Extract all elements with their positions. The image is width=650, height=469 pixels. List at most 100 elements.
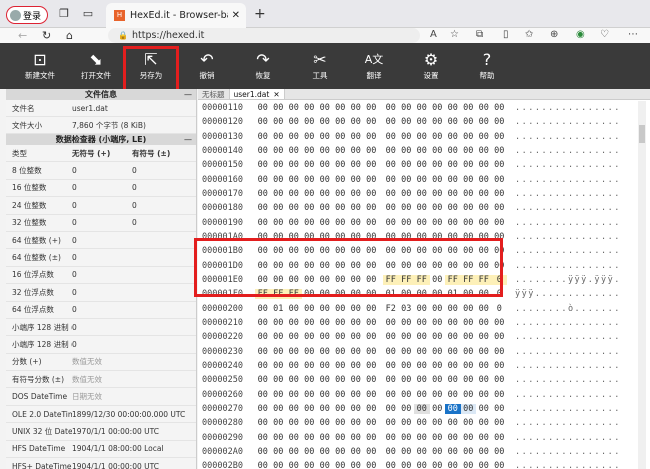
hex-byte-cell[interactable]: 00 xyxy=(492,375,508,385)
hex-byte-cell[interactable]: 00 xyxy=(302,347,318,357)
hex-byte-cell[interactable]: 00 xyxy=(286,375,302,385)
hex-byte-cell[interactable]: 00 xyxy=(333,218,349,228)
hex-byte-cell[interactable]: 00 xyxy=(286,361,302,371)
hex-byte-cell[interactable]: 00 xyxy=(461,189,477,199)
hex-byte-cell[interactable]: 00 xyxy=(333,232,349,242)
hex-byte-cell[interactable]: 00 xyxy=(348,275,364,285)
hex-byte-cell[interactable]: 00 xyxy=(255,232,271,242)
hex-byte-cell[interactable]: 00 xyxy=(302,232,318,242)
hex-byte-cell[interactable]: 00 xyxy=(414,232,430,242)
hex-byte-cell[interactable]: 00 xyxy=(399,447,415,457)
hex-byte-cell[interactable]: 00 xyxy=(333,175,349,185)
hex-byte-cell[interactable]: 00 xyxy=(255,103,271,113)
hex-byte-cell[interactable]: 00 xyxy=(492,332,508,342)
hex-byte-cell[interactable]: 00 xyxy=(271,318,287,328)
hex-byte-cell[interactable]: 00 xyxy=(383,404,399,414)
hex-byte-cell[interactable]: 00 xyxy=(348,232,364,242)
hex-byte-cell[interactable]: 00 xyxy=(348,447,364,457)
hex-byte-cell[interactable]: 00 xyxy=(255,375,271,385)
hex-byte-cell[interactable]: 00 xyxy=(383,232,399,242)
hex-byte-cell[interactable]: 00 xyxy=(445,304,461,314)
hex-byte-cell[interactable]: 00 xyxy=(302,461,318,469)
ascii-text[interactable]: ................ xyxy=(515,461,621,469)
ascii-text[interactable]: ................ xyxy=(515,146,621,156)
hex-byte-cell[interactable]: 00 xyxy=(430,375,446,385)
settings-button[interactable]: ⚙ 设置 xyxy=(407,43,455,89)
hex-byte-cell[interactable]: 00 xyxy=(399,318,415,328)
inspector-unsigned-value[interactable]: 0 xyxy=(72,288,132,297)
hex-byte-cell[interactable]: 00 xyxy=(364,332,380,342)
hex-byte-cell[interactable]: 00 xyxy=(364,461,380,469)
hex-byte-cell[interactable]: 00 xyxy=(348,132,364,142)
hex-byte-cell[interactable]: 00 xyxy=(461,447,477,457)
hex-byte-cell[interactable]: 00 xyxy=(255,275,271,285)
hex-byte-cell[interactable]: 00 xyxy=(286,189,302,199)
hex-byte-cell[interactable]: 00 xyxy=(333,433,349,443)
hex-byte-cell[interactable]: 00 xyxy=(302,189,318,199)
ascii-text[interactable]: ........ò....... xyxy=(515,304,621,314)
hex-byte-cell[interactable]: 00 xyxy=(364,232,380,242)
hex-byte-cell[interactable]: 00 xyxy=(364,390,380,400)
ascii-text[interactable]: ................ xyxy=(515,375,621,385)
hex-byte-cell[interactable]: 00 xyxy=(461,175,477,185)
hex-byte-cell[interactable]: 00 xyxy=(364,433,380,443)
hex-byte-cell[interactable]: 00 xyxy=(445,160,461,170)
hex-byte-cell[interactable]: 00 xyxy=(302,146,318,156)
inspector-unsigned-value[interactable]: 日期无效 xyxy=(72,391,132,402)
hex-byte-cell[interactable]: 00 xyxy=(430,218,446,228)
hex-byte-cell[interactable]: 00 xyxy=(333,103,349,113)
hex-byte-cell[interactable]: 00 xyxy=(302,160,318,170)
hex-byte-cell[interactable]: 00 xyxy=(399,218,415,228)
hex-byte-cell[interactable]: 00 xyxy=(271,175,287,185)
hex-byte-cell[interactable]: 00 xyxy=(461,318,477,328)
hex-byte-cell[interactable]: 00 xyxy=(286,261,302,271)
hex-byte-cell[interactable]: FF xyxy=(445,275,461,286)
hex-byte-cell[interactable]: 00 xyxy=(399,175,415,185)
hex-byte-cell[interactable]: 00 xyxy=(492,103,508,113)
hex-byte-cell[interactable]: 00 xyxy=(255,433,271,443)
hex-byte-cell[interactable]: 00 xyxy=(317,218,333,228)
hex-byte-cell[interactable]: 00 xyxy=(383,332,399,342)
hex-byte-cell[interactable]: 00 xyxy=(286,175,302,185)
hex-byte-cell[interactable]: 00 xyxy=(383,132,399,142)
tab-actions-icon[interactable]: ▭ xyxy=(82,8,94,20)
hex-byte-cell[interactable]: 00 xyxy=(399,232,415,242)
hex-byte-cell[interactable]: 00 xyxy=(271,132,287,142)
hex-byte-cell[interactable]: 00 xyxy=(461,160,477,170)
hex-byte-cell[interactable]: 00 xyxy=(445,232,461,242)
hex-byte-cell[interactable]: 00 xyxy=(364,246,380,256)
hex-byte-cell[interactable]: 00 xyxy=(317,418,333,428)
hex-byte-cell[interactable]: 00 xyxy=(399,261,415,271)
hex-byte-cell[interactable]: 01 xyxy=(271,304,287,314)
hex-byte-cell[interactable]: 00 xyxy=(317,361,333,371)
hex-byte-cell[interactable]: 00 xyxy=(399,189,415,199)
hex-byte-cell[interactable]: 00 xyxy=(302,418,318,428)
hex-byte-cell[interactable]: 00 xyxy=(317,117,333,127)
hex-byte-cell[interactable]: 00 xyxy=(445,117,461,127)
data-inspector-header[interactable]: 数据检查器 (小端序, LE) — xyxy=(6,134,196,145)
inspector-unsigned-value[interactable]: 1970/1/1 00:00:00 UTC xyxy=(72,427,192,436)
hex-byte-cell[interactable]: 00 xyxy=(364,218,380,228)
inspector-signed-value[interactable]: 0 xyxy=(132,218,196,227)
inspector-unsigned-value[interactable]: 0 xyxy=(72,218,132,227)
hex-byte-cell[interactable]: 00 xyxy=(364,361,380,371)
new-file-button[interactable]: ⊡ 新建文件 xyxy=(16,43,64,89)
hex-byte-cell[interactable]: 00 xyxy=(271,447,287,457)
hex-byte-cell[interactable]: 03 xyxy=(399,304,415,314)
hex-byte-cell[interactable]: 00 xyxy=(460,404,476,415)
hex-byte-cell[interactable]: 00 xyxy=(383,375,399,385)
hex-byte-cell[interactable]: 00 xyxy=(476,361,492,371)
hex-byte-cell[interactable]: 00 xyxy=(348,160,364,170)
hex-byte-cell[interactable]: 00 xyxy=(317,275,333,285)
hex-byte-cell[interactable]: 00 xyxy=(476,203,492,213)
hex-byte-cell[interactable]: 00 xyxy=(414,146,430,156)
hex-byte-cell[interactable]: 00 xyxy=(461,203,477,213)
ascii-text[interactable]: ................ xyxy=(515,347,621,357)
hex-byte-cell[interactable]: 00 xyxy=(461,461,477,469)
hex-byte-cell[interactable]: 00 xyxy=(383,203,399,213)
collections-icon[interactable]: ⊕ xyxy=(550,29,558,40)
hex-byte-cell[interactable]: 00 xyxy=(317,433,333,443)
hex-byte-cell[interactable]: 00 xyxy=(333,117,349,127)
hex-byte-cell[interactable]: 00 xyxy=(476,347,492,357)
hex-byte-cell[interactable]: 00 xyxy=(461,146,477,156)
